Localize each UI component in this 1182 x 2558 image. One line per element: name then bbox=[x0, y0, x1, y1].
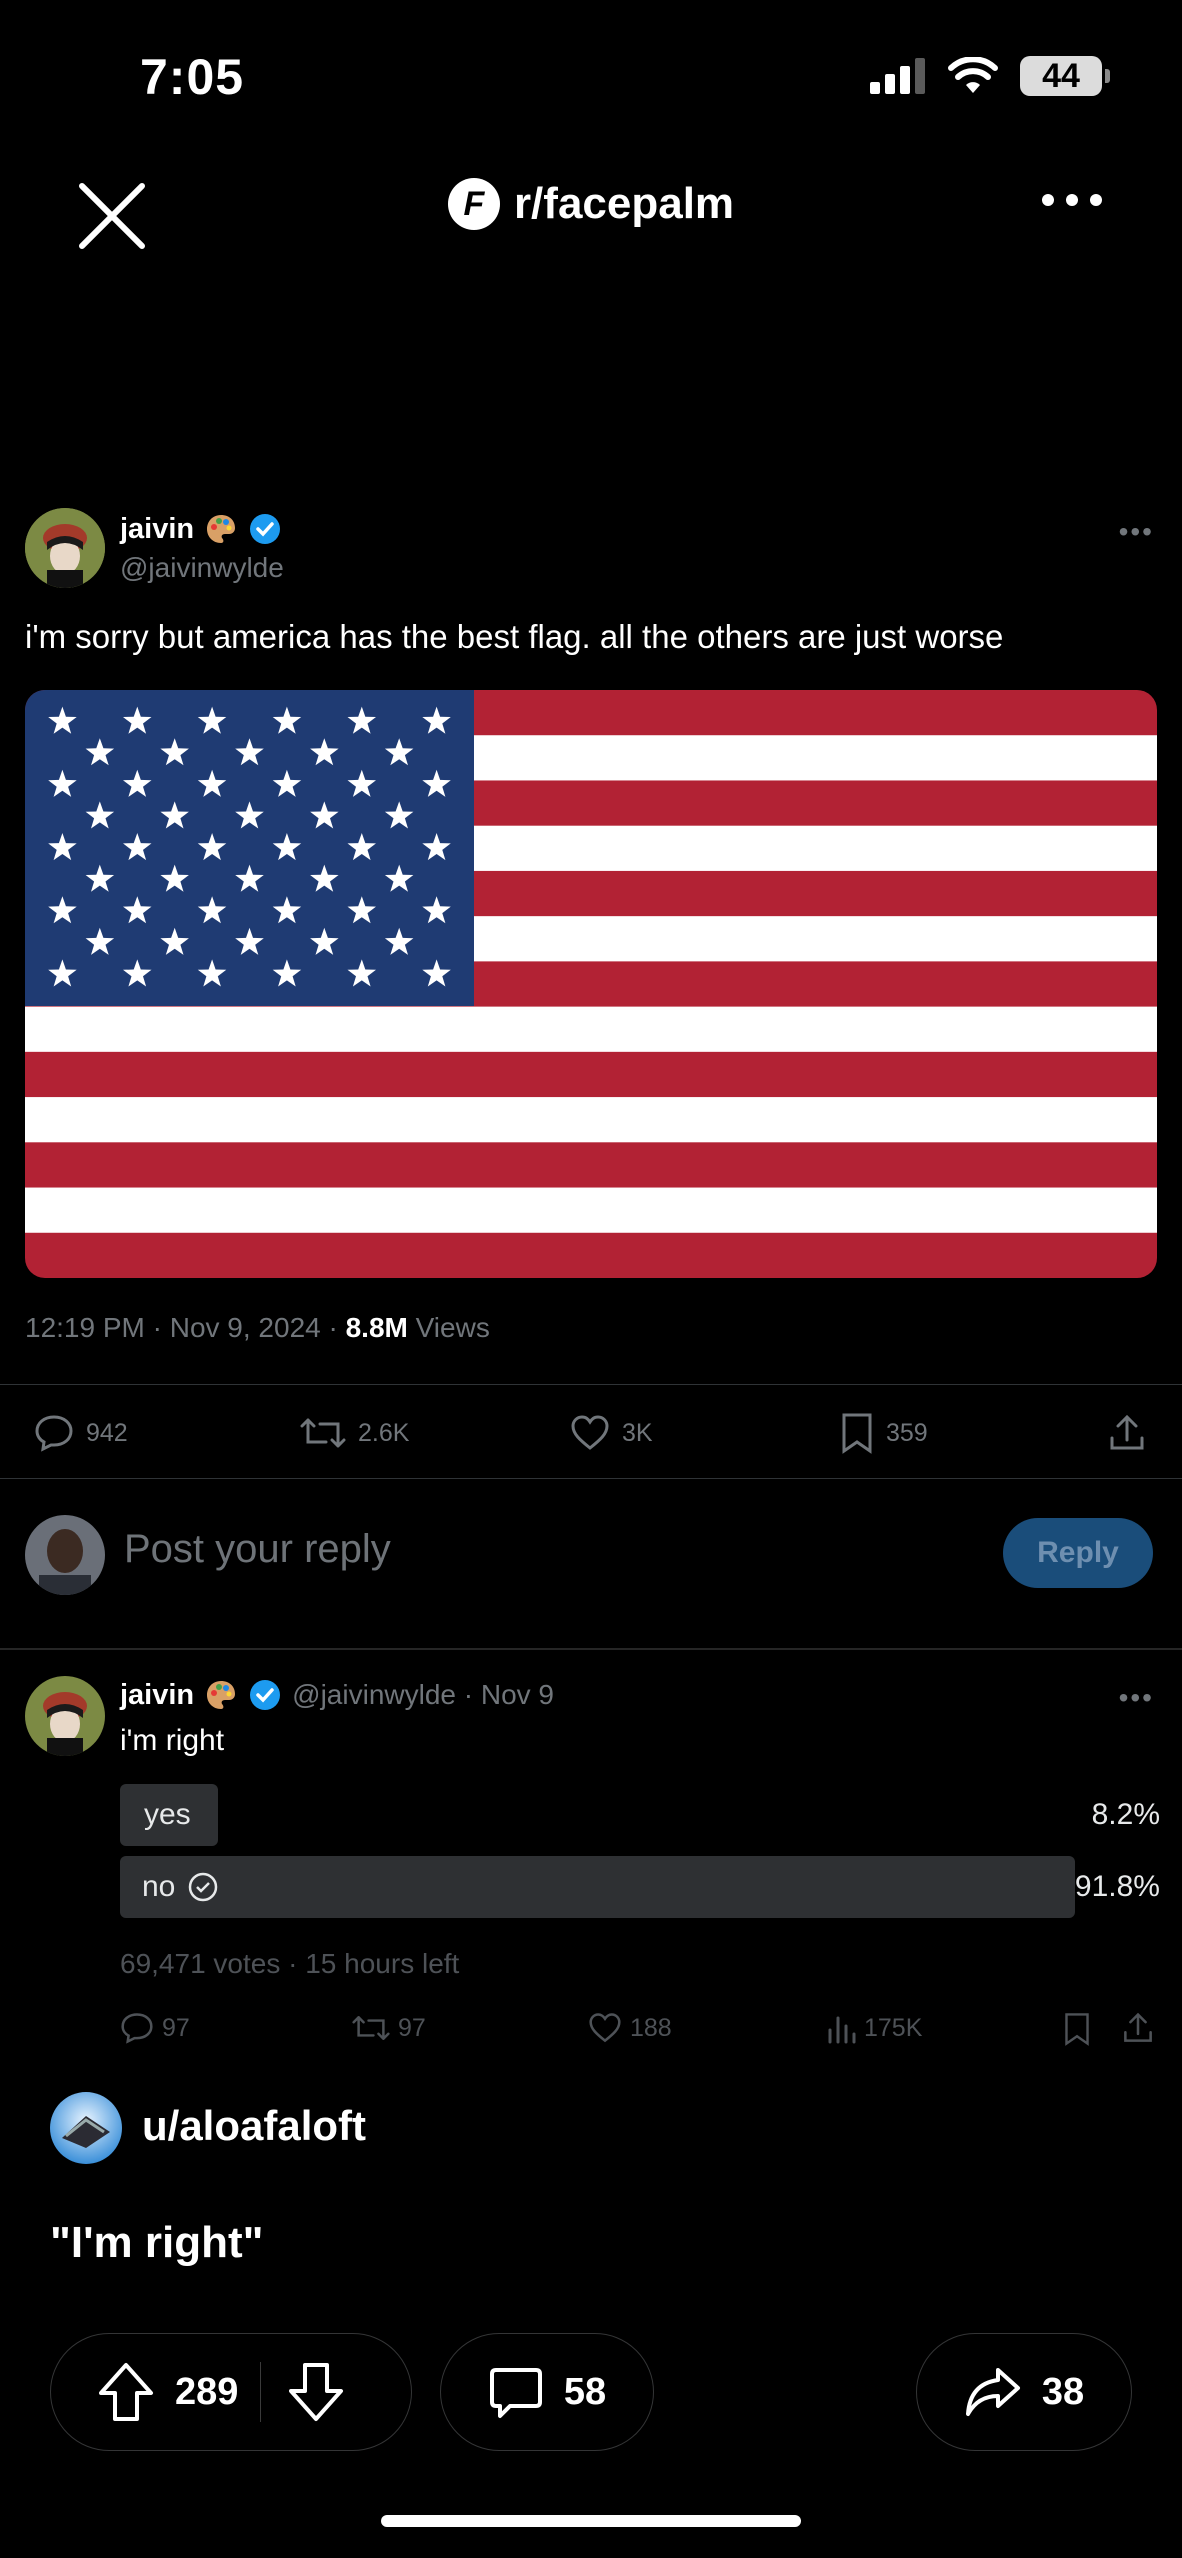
share-icon[interactable] bbox=[1122, 2012, 1154, 2044]
repost-action[interactable]: 2.6K bbox=[300, 1414, 409, 1452]
tweet-views-count: 8.8M bbox=[345, 1312, 408, 1343]
poll-summary: 69,471 votes · 15 hours left bbox=[120, 1948, 460, 1979]
reddit-username[interactable]: u/aloafaloft bbox=[142, 2102, 366, 2150]
user-avatar bbox=[25, 1515, 105, 1595]
reply-action[interactable]: 97 bbox=[120, 2012, 190, 2044]
battery-indicator: 44 bbox=[1020, 56, 1110, 96]
verified-badge-icon bbox=[250, 514, 281, 544]
heart-icon bbox=[589, 2013, 621, 2043]
poll-percent: 91.8% bbox=[1074, 1870, 1160, 1903]
status-icons: 44 bbox=[870, 56, 1110, 96]
views-action[interactable]: 175K bbox=[826, 2012, 922, 2044]
like-action[interactable]: 3K bbox=[570, 1414, 653, 1452]
subreddit-header[interactable]: F r/facepalm bbox=[0, 178, 1182, 230]
comment-count: 58 bbox=[563, 2370, 607, 2413]
repost-action[interactable]: 97 bbox=[352, 2012, 426, 2044]
downvote-arrow-icon[interactable] bbox=[287, 2361, 345, 2423]
verified-badge-icon bbox=[250, 1680, 281, 1710]
reply-action[interactable]: 942 bbox=[34, 1414, 128, 1452]
check-circle-icon bbox=[189, 1872, 218, 1902]
reply-more-icon[interactable]: ••• bbox=[1119, 1682, 1154, 1714]
poll-option-yes[interactable]: yes 8.2% bbox=[120, 1784, 1160, 1846]
repost-count: 2.6K bbox=[358, 1418, 410, 1447]
share-count: 38 bbox=[1041, 2370, 1085, 2413]
reply-author-name[interactable]: jaivin bbox=[120, 1679, 194, 1712]
home-indicator bbox=[381, 2515, 801, 2527]
more-options-icon[interactable] bbox=[1042, 194, 1102, 206]
divider bbox=[0, 1478, 1182, 1479]
poll-option-no[interactable]: no 91.8% bbox=[120, 1856, 1160, 1918]
comments-button[interactable]: 58 bbox=[440, 2333, 654, 2451]
tweet-views-label: Views bbox=[407, 1312, 490, 1343]
heart-icon bbox=[571, 1415, 609, 1450]
bookmark-icon bbox=[842, 1413, 872, 1454]
reply-meta: @jaivinwylde · Nov 9 bbox=[292, 1679, 554, 1710]
tweet-author-handle[interactable]: @jaivinwylde bbox=[120, 552, 284, 584]
poll-option-label: no bbox=[142, 1870, 176, 1903]
reddit-user-avatar[interactable] bbox=[50, 2092, 122, 2164]
poll-bar-no: no bbox=[120, 1856, 1075, 1918]
like-count: 188 bbox=[630, 2013, 672, 2042]
reply-text: i'm right bbox=[120, 1724, 225, 1757]
poll: yes 8.2% no 91.8% bbox=[120, 1784, 1160, 1918]
views-chart-icon bbox=[828, 2016, 856, 2044]
cellular-signal-icon bbox=[870, 58, 925, 94]
palette-emoji-icon bbox=[207, 515, 236, 543]
poll-option-label: yes bbox=[144, 1798, 191, 1831]
bookmark-count: 359 bbox=[886, 1418, 928, 1447]
share-icon[interactable] bbox=[1108, 1414, 1146, 1452]
upvote-arrow-icon[interactable] bbox=[97, 2361, 155, 2423]
poll-percent: 8.2% bbox=[1091, 1798, 1160, 1831]
repost-icon bbox=[352, 2016, 390, 2040]
like-count: 3K bbox=[622, 1418, 653, 1447]
reply-count: 942 bbox=[86, 1418, 128, 1447]
views-count: 175K bbox=[864, 2013, 923, 2042]
divider bbox=[0, 1648, 1182, 1650]
share-button[interactable]: 38 bbox=[916, 2333, 1132, 2451]
reply-input[interactable]: Post your reply bbox=[124, 1527, 391, 1572]
reply-icon bbox=[35, 1415, 73, 1452]
comment-icon bbox=[489, 2368, 542, 2418]
palette-emoji-icon bbox=[207, 1681, 236, 1709]
tweet-more-icon[interactable]: ••• bbox=[1119, 516, 1154, 548]
american-flag-image[interactable] bbox=[25, 690, 1157, 1278]
tweet-author-name[interactable]: jaivin bbox=[120, 513, 194, 546]
tweet-time: 12:19 PM · Nov 9, 2024 · bbox=[25, 1312, 346, 1343]
tweet-timestamp: 12:19 PM · Nov 9, 2024 · 8.8M Views bbox=[25, 1312, 490, 1344]
upvote-count: 289 bbox=[175, 2370, 239, 2413]
subreddit-name: r/facepalm bbox=[513, 179, 735, 228]
tweet-author-avatar bbox=[25, 508, 105, 588]
wifi-icon bbox=[948, 57, 998, 93]
vote-pill: 289 bbox=[50, 2333, 412, 2451]
repost-icon bbox=[300, 1418, 346, 1448]
reply-button[interactable]: Reply bbox=[1003, 1518, 1153, 1588]
like-action[interactable]: 188 bbox=[588, 2012, 672, 2044]
reddit-post-title: "I'm right" bbox=[50, 2218, 264, 2267]
vote-divider bbox=[260, 2362, 262, 2422]
reply-icon bbox=[121, 2013, 153, 2044]
reply-author-avatar bbox=[25, 1676, 105, 1756]
repost-count: 97 bbox=[398, 2013, 426, 2042]
share-arrow-icon bbox=[965, 2368, 1020, 2416]
status-time: 7:05 bbox=[140, 49, 245, 105]
poll-bar-yes: yes bbox=[120, 1784, 219, 1846]
bookmark-action[interactable]: 359 bbox=[840, 1412, 928, 1454]
divider bbox=[0, 1384, 1182, 1385]
bookmark-icon[interactable] bbox=[1063, 2012, 1091, 2046]
reply-count: 97 bbox=[162, 2013, 190, 2042]
tweet-text: i'm sorry but america has the best flag.… bbox=[25, 618, 1004, 655]
subreddit-icon: F bbox=[447, 178, 500, 230]
